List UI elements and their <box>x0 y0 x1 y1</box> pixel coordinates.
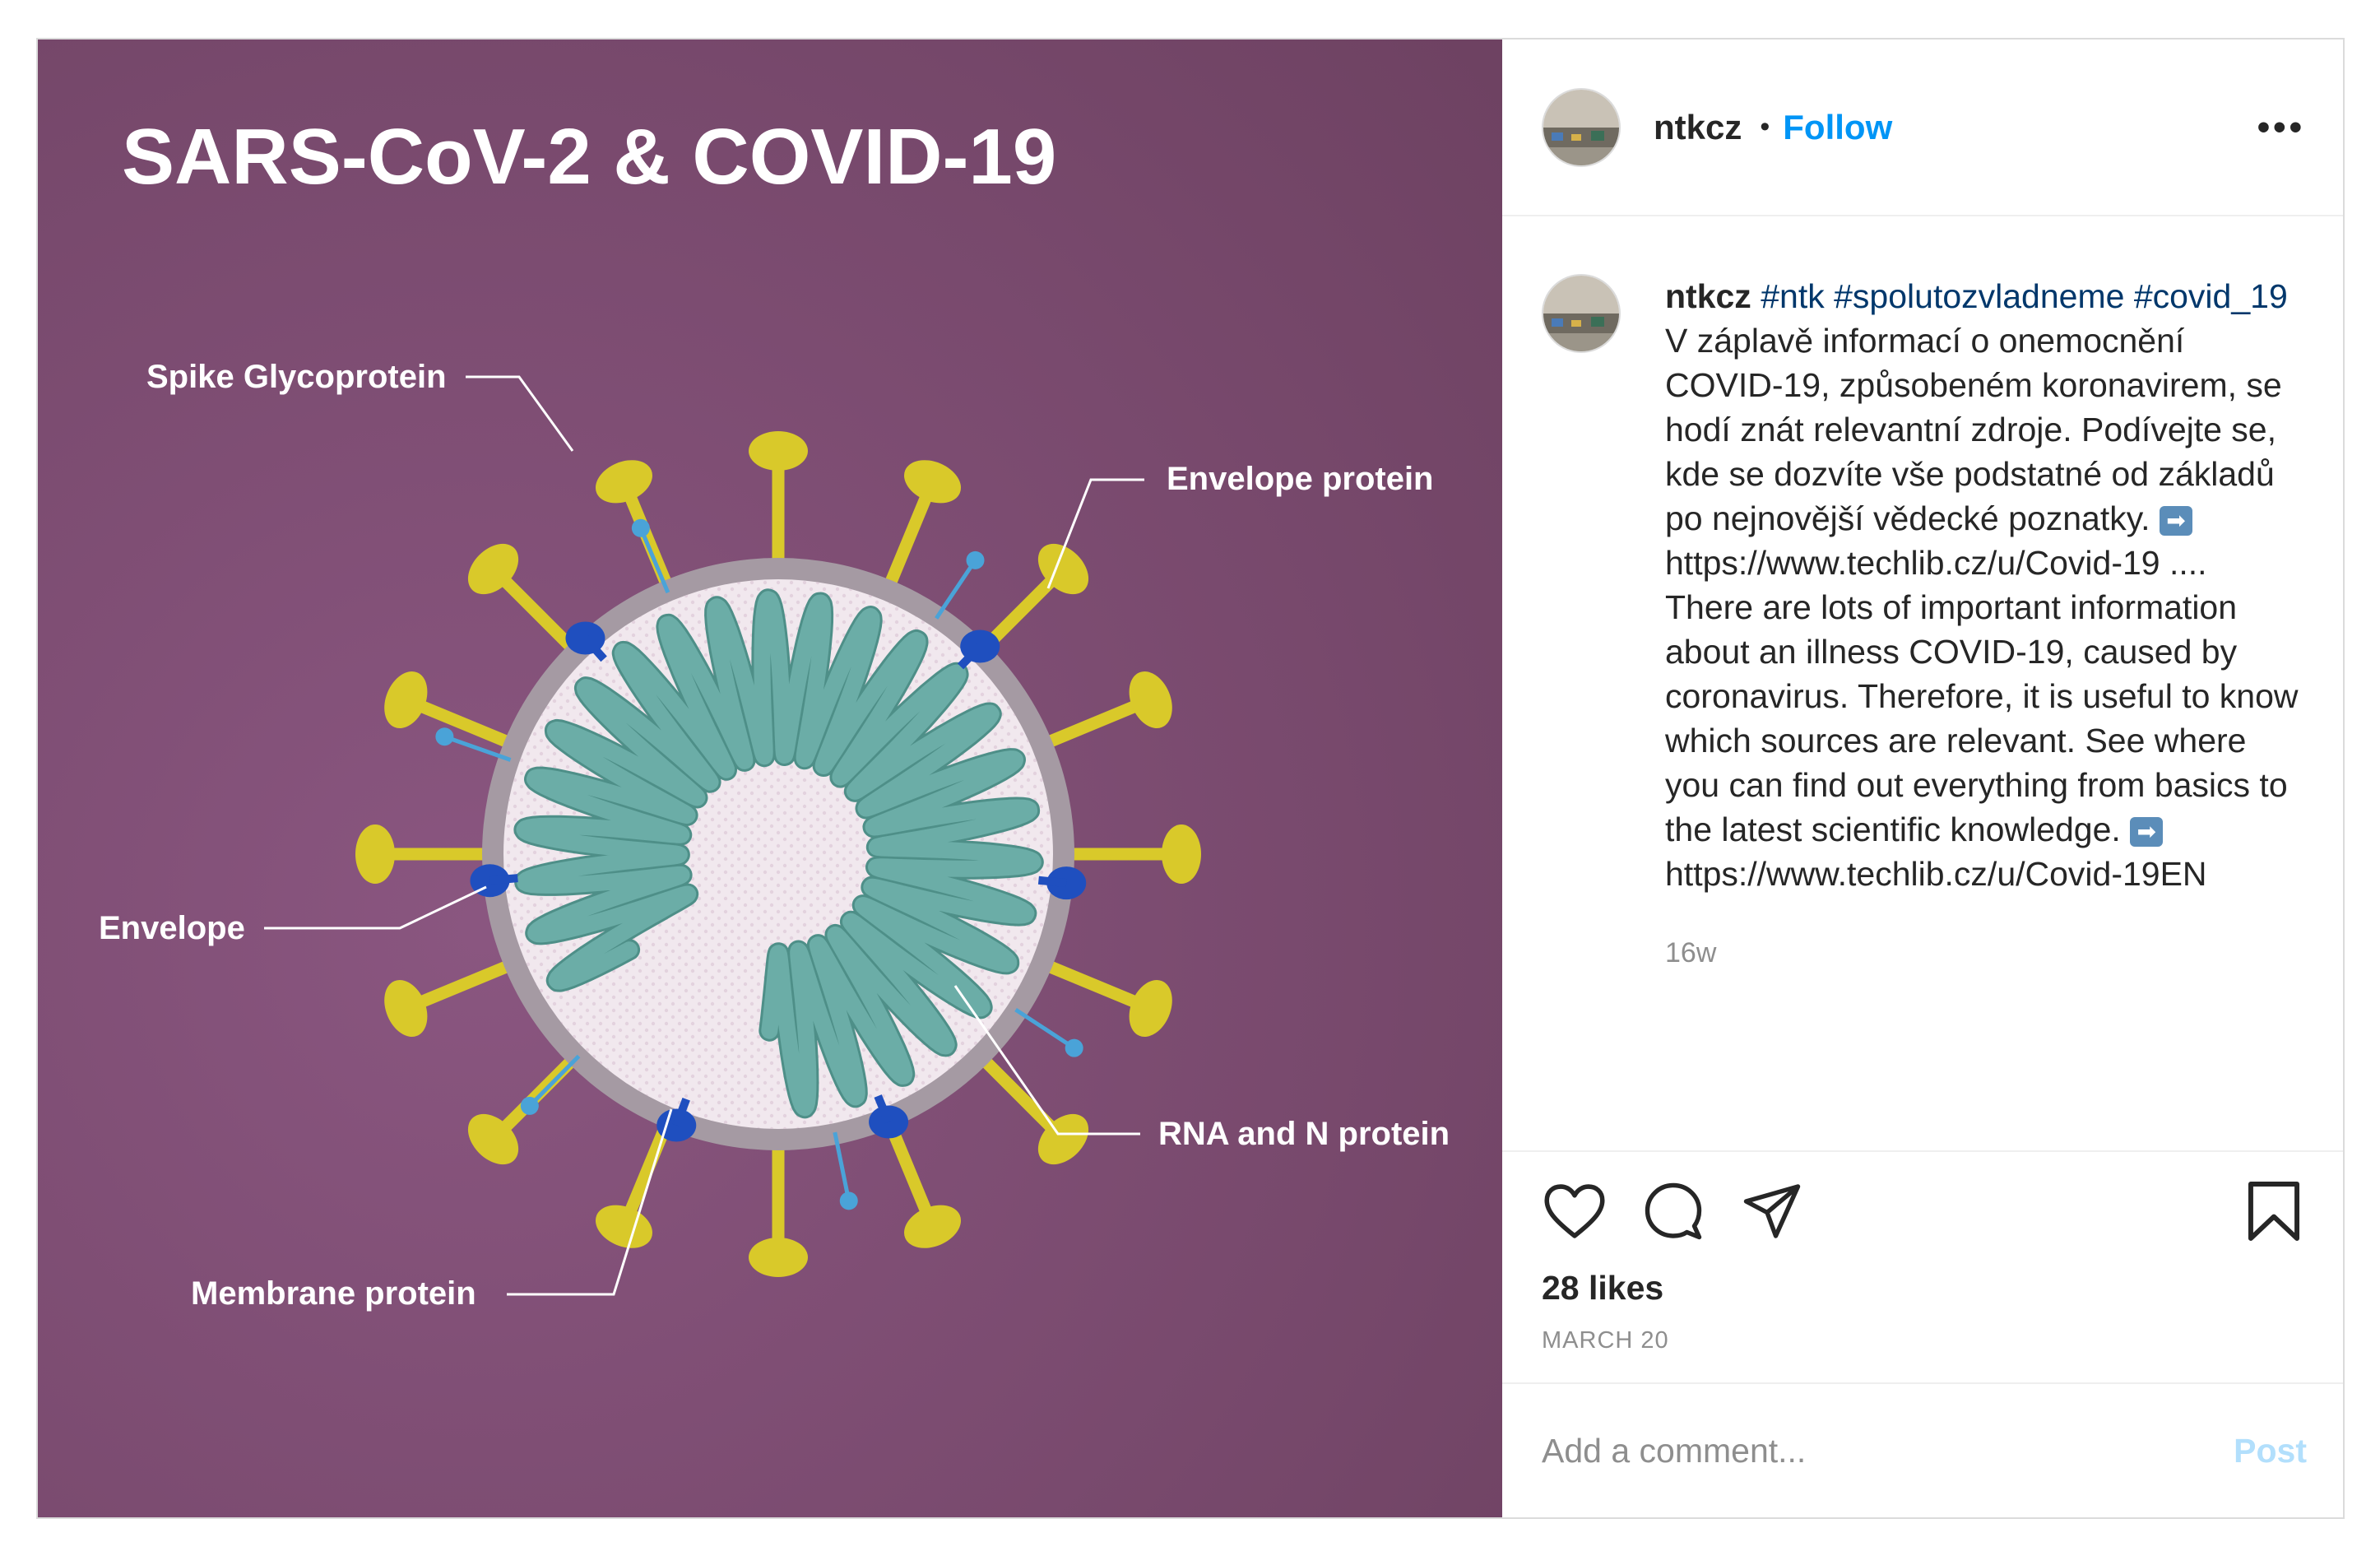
label-rna-n-protein: RNA and N protein <box>1158 1116 1450 1152</box>
heart-icon[interactable] <box>1542 1178 1608 1244</box>
caption: ntkcz #ntk #spolutozvladneme #covid_19 V… <box>1502 216 2343 1150</box>
caption-body: ntkcz #ntk #spolutozvladneme #covid_19 V… <box>1665 274 2307 1150</box>
caption-text-cz: V záplavě informací o onemocnění COVID-1… <box>1665 322 2292 537</box>
hashtag[interactable]: #ntk <box>1761 277 1825 315</box>
label-membrane-protein: Membrane protein <box>191 1275 476 1312</box>
caption-text-en: There are lots of important information … <box>1665 588 2308 848</box>
caption-username[interactable]: ntkcz <box>1665 277 1751 315</box>
action-bar: 28 likes MARCH 20 <box>1502 1150 2343 1382</box>
label-envelope-protein: Envelope protein <box>1167 461 1434 497</box>
avatar[interactable] <box>1542 87 1621 167</box>
instagram-post: SARS-CoV-2 & COVID-19 Spike Glycoprotein… <box>36 38 2345 1519</box>
follow-button[interactable]: Follow <box>1783 108 1892 147</box>
label-envelope: Envelope <box>99 910 245 946</box>
hashtag[interactable]: #spolutozvladneme <box>1834 277 2124 315</box>
bookmark-icon[interactable] <box>2241 1178 2307 1244</box>
post-header: ntkcz • Follow ••• <box>1502 39 2343 216</box>
label-spike-glycoprotein: Spike Glycoprotein <box>146 359 447 395</box>
separator-dot: • <box>1760 111 1770 142</box>
arrow-emoji-icon: ➡ <box>2159 506 2192 536</box>
comment-icon[interactable] <box>1640 1178 1706 1244</box>
share-icon[interactable] <box>1739 1178 1805 1244</box>
caption-avatar[interactable] <box>1542 274 1621 353</box>
post-comment-button[interactable]: Post <box>2234 1432 2307 1470</box>
more-options-icon[interactable]: ••• <box>2257 107 2305 148</box>
likes-count[interactable]: 28 likes <box>1542 1269 2307 1308</box>
post-sidebar: ntkcz • Follow ••• ntkcz #ntk #spolutozv… <box>1502 39 2343 1517</box>
comment-bar: Add a comment... Post <box>1502 1382 2343 1517</box>
username[interactable]: ntkcz <box>1654 108 1742 147</box>
image-title: SARS-CoV-2 & COVID-19 <box>122 113 1057 201</box>
post-date[interactable]: MARCH 20 <box>1542 1327 2307 1354</box>
caption-time[interactable]: 16w <box>1665 931 2307 975</box>
post-image[interactable]: SARS-CoV-2 & COVID-19 Spike Glycoprotein… <box>38 39 1502 1517</box>
caption-link-en[interactable]: https://www.techlib.cz/u/Covid-19EN <box>1665 855 2207 893</box>
comment-input[interactable]: Add a comment... <box>1542 1432 2234 1470</box>
caption-link-cz[interactable]: https://www.techlib.cz/u/Covid-19 .... <box>1665 544 2207 582</box>
hashtag[interactable]: #covid_19 <box>2134 277 2288 315</box>
arrow-emoji-icon: ➡ <box>2130 817 2164 848</box>
